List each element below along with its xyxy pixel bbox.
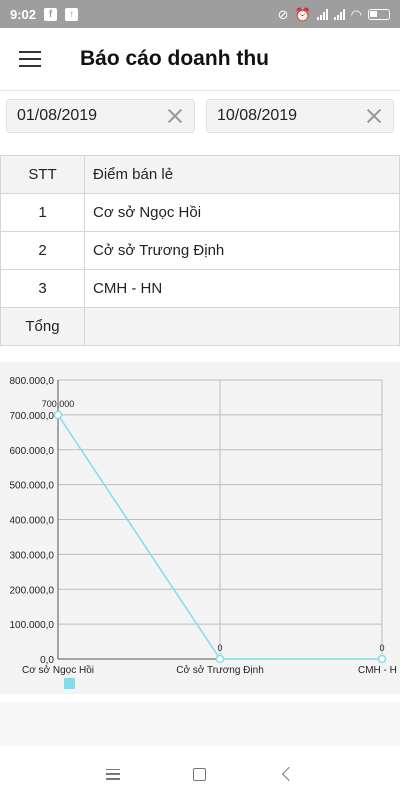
row-store-name: CMH - HN [84,269,400,308]
data-point [215,654,225,664]
back-icon [281,766,296,782]
battery-icon [368,8,390,20]
back-button[interactable] [267,754,307,794]
alarm-off-icon: ⊘ [277,6,289,22]
wifi-icon: ◠ [350,6,362,22]
total-value [84,307,400,346]
status-time: 9:02 [10,6,37,22]
y-tick-label: 800.000,0 [10,376,55,387]
total-row: Tổng [0,307,400,346]
y-tick-label: 200.000,0 [10,585,55,596]
upload-icon: ↑ [65,7,79,21]
data-label: 0 [217,643,222,653]
recent-apps-icon [106,768,121,780]
x-tick-label: CMH - H [358,665,397,676]
from-date-field[interactable]: 01/08/2019 [6,99,195,133]
header-stt: STT [0,155,85,194]
to-date-value: 10/08/2019 [217,107,298,124]
row-stt: 1 [0,193,85,232]
app-bar: Báo cáo doanh thu [0,28,400,90]
y-tick-label: 600.000,0 [10,446,55,457]
data-point [377,654,387,664]
home-button[interactable] [180,754,220,794]
app-bar-divider [0,90,400,91]
clear-from-date-icon[interactable] [166,107,184,125]
facebook-icon: f [44,7,58,21]
data-label: 700,000 [42,399,75,409]
status-bar: 9:02 f ↑ ⊘ ⏰ ◠ [0,0,400,28]
clear-to-date-icon[interactable] [365,107,383,125]
page-title: Báo cáo doanh thu [80,47,269,70]
revenue-chart: 0,0 100.000,0 200.000,0 300.000,0 400.000,0 5… [0,362,400,694]
y-tick-label: 500.000,0 [10,481,55,492]
table-row[interactable]: 3 CMH - HN [0,269,400,308]
menu-button[interactable] [0,28,60,90]
signal-icon [333,8,345,20]
empty-panel [0,702,400,746]
table-row[interactable]: 1 Cơ sở Ngọc Hồi [0,193,400,232]
y-tick-label: 700.000,0 [10,411,55,422]
row-stt: 2 [0,231,85,270]
y-tick-label: 300.000,0 [10,550,55,561]
table-header-row: STT Điểm bán lẻ [0,155,400,194]
home-icon [193,767,207,781]
total-label: Tổng [0,307,85,346]
row-store-name: Cơ sở Ngọc Hồi [84,193,400,232]
data-label: 0 [379,643,384,653]
row-stt: 3 [0,269,85,308]
line-chart: 0,0100.000,0200.000,0300.000,0400.000,05… [10,376,397,676]
signal-icon [316,8,328,20]
x-tick-label: Cở sở Trương Định [176,664,264,676]
table-row[interactable]: 2 Cở sở Trương Định [0,231,400,270]
hamburger-icon [19,51,41,67]
legend-swatch [64,678,75,689]
recent-apps-button[interactable] [93,754,133,794]
y-tick-label: 400.000,0 [10,516,55,527]
row-store-name: Cở sở Trương Định [84,231,400,270]
y-tick-label: 100.000,0 [10,620,55,631]
alarm-icon: ⏰ [294,6,311,22]
from-date-value: 01/08/2019 [17,107,98,124]
system-nav-bar [0,748,400,800]
revenue-table: STT Điểm bán lẻ 1 Cơ sở Ngọc Hồi 2 Cở sở… [0,155,400,346]
data-point [53,410,63,420]
x-tick-label: Cơ sở Ngọc Hồi [22,664,94,676]
header-store: Điểm bán lẻ [84,155,400,194]
to-date-field[interactable]: 10/08/2019 [206,99,394,133]
